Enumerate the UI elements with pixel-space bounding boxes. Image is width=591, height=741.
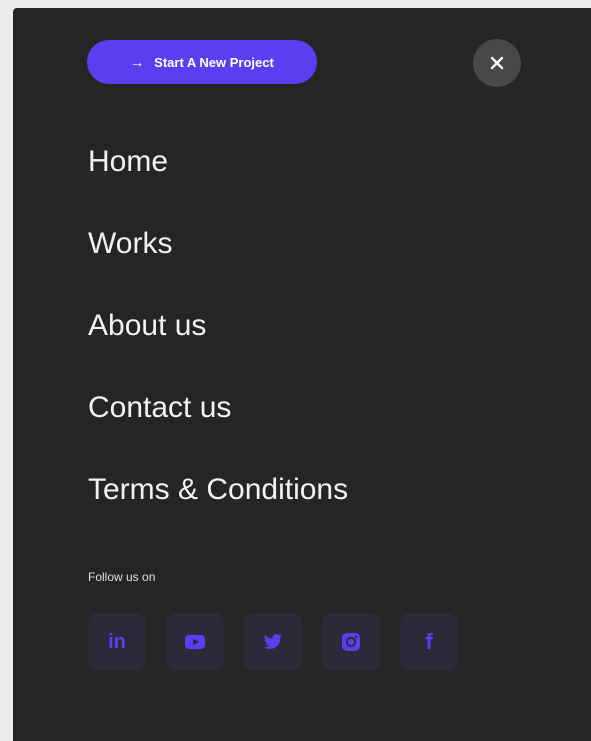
nav-item-home[interactable]: Home (88, 142, 348, 224)
nav-item-about-us[interactable]: About us (88, 306, 348, 388)
start-new-project-button[interactable]: → Start A New Project (87, 40, 317, 84)
nav-item-contact-us[interactable]: Contact us (88, 388, 348, 470)
arrow-right-icon: → (130, 54, 145, 70)
instagram-link[interactable] (322, 613, 380, 671)
close-icon (490, 56, 504, 70)
follow-us-label: Follow us on (88, 570, 156, 584)
nav-item-works[interactable]: Works (88, 224, 348, 306)
start-new-project-label: Start A New Project (154, 54, 274, 70)
facebook-link[interactable]: f (400, 613, 458, 671)
facebook-icon: f (425, 629, 433, 654)
close-menu-button[interactable] (473, 39, 521, 87)
main-nav: Home Works About us Contact us Terms & C… (88, 142, 348, 552)
twitter-icon (263, 633, 283, 649)
twitter-link[interactable] (244, 613, 302, 671)
nav-item-terms-conditions[interactable]: Terms & Conditions (88, 470, 348, 552)
linkedin-icon: in (108, 630, 126, 653)
mobile-menu-panel: → Start A New Project Home Works About u… (13, 8, 591, 741)
social-links: in f (88, 613, 458, 671)
linkedin-link[interactable]: in (88, 613, 146, 671)
youtube-link[interactable] (166, 613, 224, 671)
instagram-icon (342, 633, 360, 651)
youtube-icon (185, 635, 205, 649)
